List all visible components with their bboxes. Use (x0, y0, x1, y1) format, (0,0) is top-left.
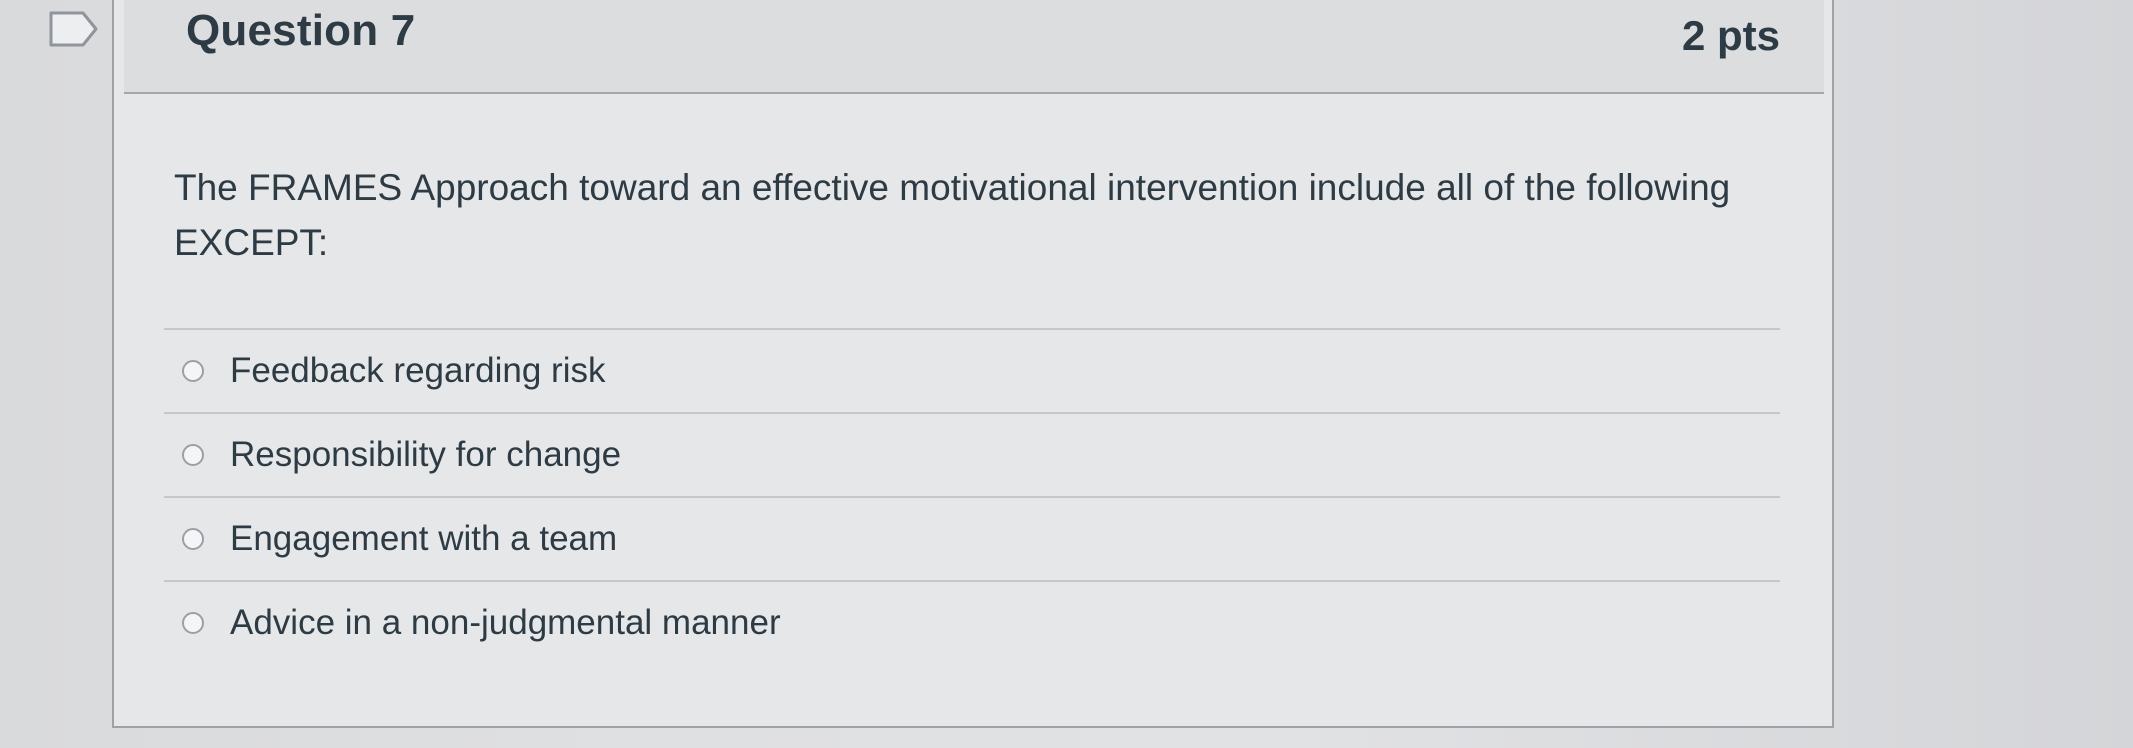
question-title: Question 7 (186, 6, 416, 55)
answer-option[interactable]: Advice in a non-judgmental manner (164, 580, 1780, 664)
radio-button-icon[interactable] (182, 612, 204, 634)
question-points: 2 pts (1681, 12, 1780, 59)
flag-question-icon[interactable] (48, 10, 100, 48)
question-header: Question 7 2 pts (124, 0, 1824, 94)
radio-button-icon[interactable] (182, 528, 204, 550)
answer-label[interactable]: Engagement with a team (230, 519, 617, 559)
answer-list: Feedback regarding risk Responsibility f… (164, 328, 1780, 664)
answer-label[interactable]: Responsibility for change (230, 435, 621, 475)
answer-label[interactable]: Feedback regarding risk (230, 351, 605, 391)
answer-label[interactable]: Advice in a non-judgmental manner (230, 603, 781, 643)
answer-option[interactable]: Feedback regarding risk (164, 328, 1780, 412)
radio-button-icon[interactable] (182, 444, 204, 466)
answer-option[interactable]: Responsibility for change (164, 412, 1780, 496)
question-card: Question 7 2 pts The FRAMES Approach tow… (112, 0, 1834, 728)
radio-button-icon[interactable] (182, 360, 204, 382)
question-text: The FRAMES Approach toward an effective … (174, 167, 1731, 263)
answer-option[interactable]: Engagement with a team (164, 496, 1780, 580)
